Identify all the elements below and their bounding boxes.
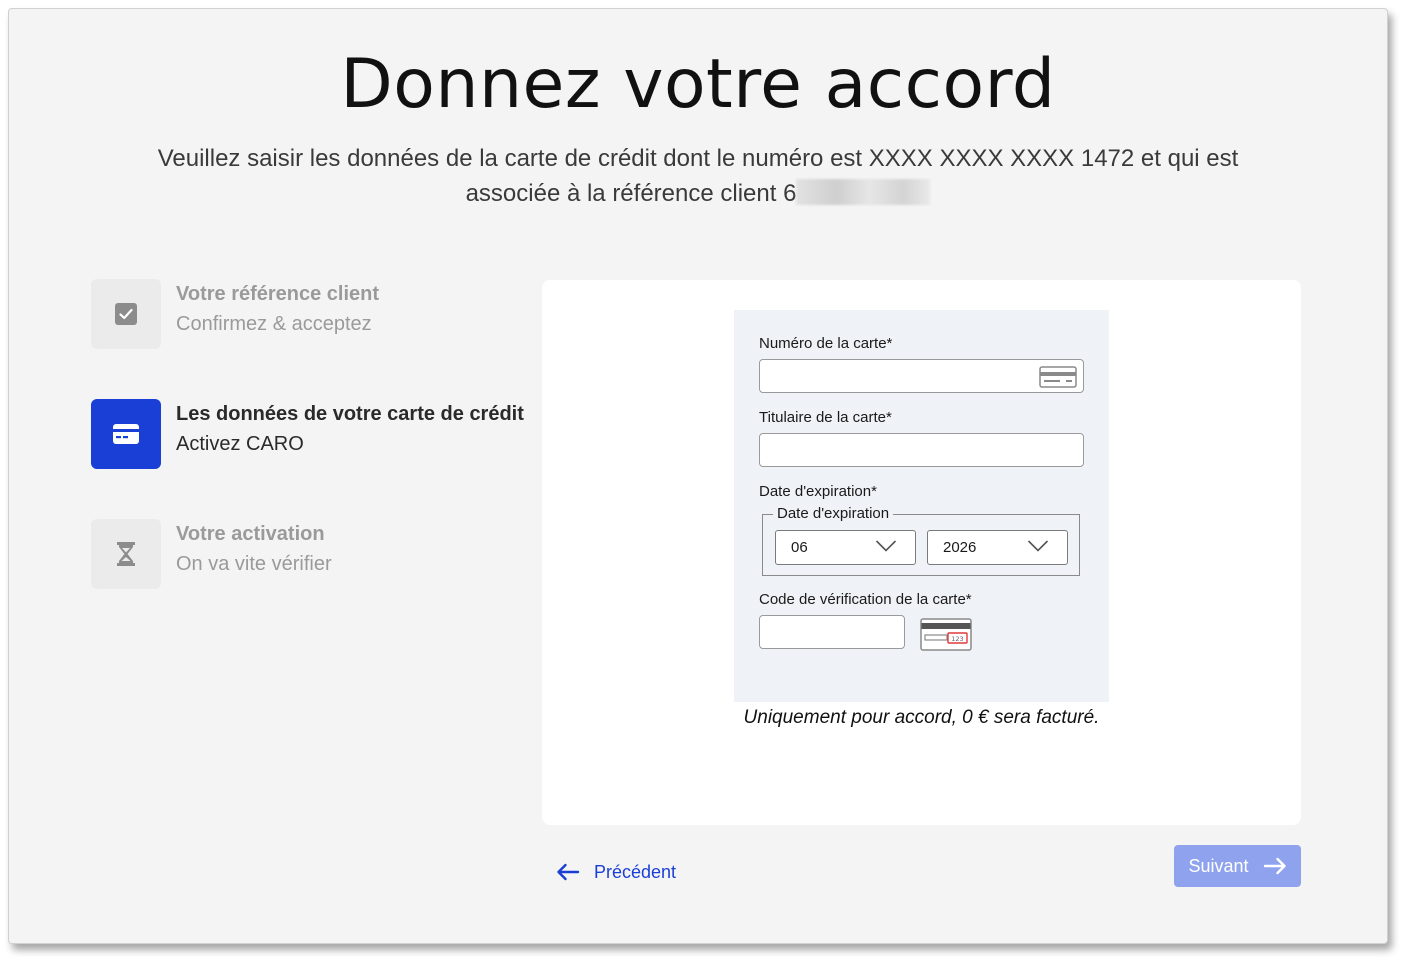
expiry-year-value: 2026	[943, 539, 977, 556]
step-activation: Votre activation On va vite vérifier	[91, 519, 531, 589]
card-number-input[interactable]	[759, 359, 1084, 393]
step-box-client-reference	[91, 279, 161, 349]
step-box-card-data	[91, 399, 161, 469]
cvc-input[interactable]	[759, 615, 905, 649]
expiry-year-select[interactable]: 2026	[927, 530, 1068, 565]
app-window: Donnez votre accord Veuillez saisir les …	[8, 8, 1388, 944]
card-form: Numéro de la carte* Titulaire de la cart…	[734, 310, 1109, 702]
expiry-month-select[interactable]: 06	[775, 530, 916, 565]
expiry-month-value: 06	[791, 539, 808, 556]
step-title: Votre activation	[176, 523, 325, 545]
credit-card-icon	[113, 424, 139, 444]
redacted-client-reference	[796, 179, 931, 205]
step-title: Les données de votre carte de crédit	[176, 403, 524, 425]
arrow-right-icon	[1263, 857, 1286, 875]
next-button-label: Suivant	[1188, 855, 1249, 876]
chevron-down-icon	[875, 540, 897, 552]
card-number-label: Numéro de la carte*	[759, 335, 893, 352]
step-subtitle: On va vite vérifier	[176, 553, 332, 575]
hourglass-icon	[117, 542, 135, 566]
step-subtitle: Activez CARO	[176, 433, 304, 455]
cvc-label: Code de vérification de la carte*	[759, 591, 972, 608]
step-subtitle: Confirmez & acceptez	[176, 313, 372, 335]
expiry-fieldset: Date d'expiration 06 2026	[762, 505, 1080, 576]
arrow-left-icon	[557, 863, 580, 881]
previous-button[interactable]: Précédent	[556, 852, 676, 892]
step-client-reference: Votre référence client Confirmez & accep…	[91, 279, 531, 349]
cvc-hint-text: 123	[951, 635, 963, 643]
checkbox-icon	[115, 303, 137, 325]
next-button[interactable]: Suivant	[1174, 845, 1301, 887]
expiry-legend: Date d'expiration	[773, 505, 894, 522]
page-subtitle: Veuillez saisir les données de la carte …	[129, 141, 1267, 211]
card-holder-label: Titulaire de la carte*	[759, 409, 892, 426]
subtitle-text: Veuillez saisir les données de la carte …	[157, 145, 1239, 207]
previous-button-label: Précédent	[594, 861, 677, 882]
chevron-down-icon	[1027, 540, 1049, 552]
step-box-activation	[91, 519, 161, 589]
expiry-label: Date d'expiration*	[759, 483, 877, 500]
card-back-cvc-icon: 123	[920, 618, 972, 651]
card-holder-input[interactable]	[759, 433, 1084, 467]
billing-note: Uniquement pour accord, 0 € sera facturé…	[743, 707, 1100, 728]
payment-panel: Numéro de la carte* Titulaire de la cart…	[542, 280, 1301, 825]
step-title: Votre référence client	[176, 283, 380, 305]
credit-card-outline-icon	[1039, 366, 1077, 388]
page-title: Donnez votre accord	[340, 45, 1056, 124]
step-card-data: Les données de votre carte de crédit Act…	[91, 399, 531, 469]
